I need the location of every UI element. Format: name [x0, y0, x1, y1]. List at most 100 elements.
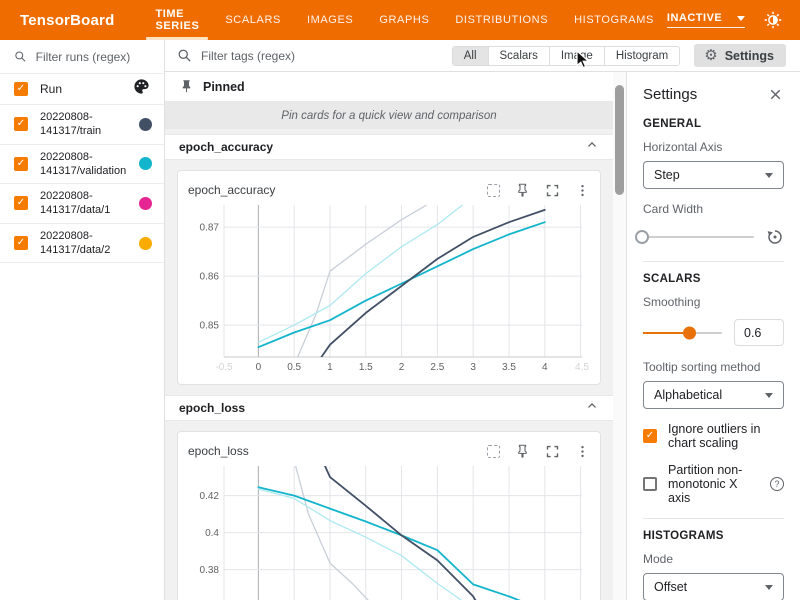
select-all-runs-checkbox[interactable]: ✓ — [14, 82, 28, 96]
card-title: epoch_accuracy — [188, 183, 275, 197]
vertical-scrollbar[interactable] — [613, 72, 626, 600]
brightness-icon[interactable] — [764, 11, 782, 29]
run-checkbox[interactable]: ✓ — [14, 236, 28, 250]
runs-header-label: Run — [40, 82, 62, 96]
chevron-down-icon — [765, 393, 773, 398]
section-title: SCALARS — [643, 273, 784, 285]
pin-icon[interactable] — [515, 183, 530, 198]
epoch-accuracy-chart[interactable]: 0.850.860.8700.511.522.533.54-0.54.5 — [188, 201, 590, 375]
run-label: 20220808-141317/train — [40, 110, 135, 139]
svg-text:1.5: 1.5 — [359, 362, 373, 373]
run-checkbox[interactable]: ✓ — [14, 117, 28, 131]
close-icon[interactable] — [767, 86, 784, 103]
scrollbar-thumb[interactable] — [615, 85, 624, 195]
mode-label: Mode — [643, 552, 784, 566]
pin-icon[interactable] — [515, 444, 530, 459]
section-title: epoch_loss — [179, 401, 245, 415]
filter-chip-all[interactable]: All — [453, 47, 488, 65]
pin-icon — [179, 79, 194, 94]
slider-knob[interactable] — [683, 326, 696, 339]
section-header-epoch-loss[interactable]: epoch_loss — [165, 395, 613, 421]
run-checkbox[interactable]: ✓ — [14, 157, 28, 171]
filter-runs-input[interactable] — [36, 50, 150, 64]
chevron-down-icon — [737, 16, 745, 21]
run-color-dot[interactable] — [139, 237, 152, 250]
partition-x-axis-row[interactable]: ✓ Partition non-monotonic X axis ? — [643, 463, 784, 505]
tab-histograms[interactable]: HISTOGRAMS — [561, 0, 667, 40]
svg-text:0.85: 0.85 — [200, 321, 220, 332]
horizontal-axis-label: Horizontal Axis — [643, 140, 784, 154]
scalar-card-epoch-accuracy: epoch_accuracy 0.850.860.8700.511.522.53… — [177, 170, 601, 385]
section-title: GENERAL — [643, 118, 784, 130]
svg-text:0.4: 0.4 — [205, 528, 219, 539]
horizontal-axis-select[interactable]: Step — [643, 161, 784, 189]
tooltip-sorting-label: Tooltip sorting method — [643, 360, 784, 374]
reset-icon[interactable] — [766, 228, 784, 246]
runs-sidebar: ✓ Run ✓ 20220808-141317/train ✓ 20220808… — [0, 40, 165, 600]
svg-text:4: 4 — [542, 362, 548, 373]
status-dropdown[interactable]: INACTIVE — [667, 12, 745, 28]
fullscreen-icon[interactable] — [545, 183, 560, 198]
tab-scalars[interactable]: SCALARS — [212, 0, 294, 40]
tab-distributions[interactable]: DISTRIBUTIONS — [442, 0, 561, 40]
svg-text:0: 0 — [256, 362, 262, 373]
help-icon[interactable]: ? — [770, 477, 784, 491]
settings-section-histograms: HISTOGRAMS Mode Offset — [643, 518, 784, 600]
fit-domain-icon[interactable] — [487, 184, 500, 197]
run-color-dot[interactable] — [139, 197, 152, 210]
tab-time-series[interactable]: TIME SERIES — [142, 0, 212, 40]
run-row-data-1[interactable]: ✓ 20220808-141317/data/1 — [0, 184, 164, 224]
epoch-loss-chart[interactable]: 0.360.380.40.4200.511.522.533.54 — [188, 462, 590, 600]
run-label: 20220808-141317/data/2 — [40, 229, 135, 258]
more-options-icon[interactable] — [575, 183, 590, 198]
run-row-data-2[interactable]: ✓ 20220808-141317/data/2 — [0, 224, 164, 264]
section-header-epoch-accuracy[interactable]: epoch_accuracy — [165, 134, 613, 160]
tab-images[interactable]: IMAGES — [294, 0, 366, 40]
svg-text:4.5: 4.5 — [575, 362, 589, 373]
run-row-validation[interactable]: ✓ 20220808-141317/validation — [0, 145, 164, 185]
palette-icon[interactable] — [133, 78, 150, 100]
fit-domain-icon[interactable] — [487, 445, 500, 458]
run-row-train[interactable]: ✓ 20220808-141317/train — [0, 105, 164, 145]
more-options-icon[interactable] — [575, 444, 590, 459]
run-checkbox[interactable]: ✓ — [14, 196, 28, 210]
scalar-card-epoch-loss: epoch_loss 0.360.380.40.4200.511.522.533… — [177, 431, 601, 600]
pinned-empty-hint: Pin cards for a quick view and compariso… — [165, 102, 613, 129]
gear-icon: ⚙ — [704, 48, 717, 63]
tag-type-filter-group: All Scalars Image Histogram — [452, 46, 681, 66]
tooltip-sorting-select[interactable]: Alphabetical — [643, 381, 784, 409]
tab-graphs[interactable]: GRAPHS — [366, 0, 442, 40]
ignore-outliers-checkbox[interactable]: ✓ — [643, 429, 657, 443]
filter-tags-input[interactable] — [201, 49, 452, 63]
histogram-mode-select[interactable]: Offset — [643, 573, 784, 600]
pinned-section-header: Pinned — [165, 72, 613, 102]
partition-x-axis-checkbox[interactable]: ✓ — [643, 477, 657, 491]
run-color-dot[interactable] — [139, 118, 152, 131]
pinned-label: Pinned — [203, 80, 245, 94]
settings-button[interactable]: ⚙ Settings — [694, 44, 786, 67]
card-title: epoch_loss — [188, 444, 249, 458]
svg-text:0.87: 0.87 — [200, 223, 220, 234]
settings-panel-title: Settings — [643, 86, 697, 103]
search-icon — [14, 49, 27, 64]
filter-chip-histogram[interactable]: Histogram — [604, 47, 679, 65]
top-nav: TIME SERIES SCALARS IMAGES GRAPHS DISTRI… — [142, 0, 666, 40]
card-width-slider[interactable] — [643, 236, 754, 238]
fullscreen-icon[interactable] — [545, 444, 560, 459]
svg-text:2.5: 2.5 — [430, 362, 444, 373]
smoothing-value-input[interactable]: 0.6 — [734, 319, 784, 346]
svg-text:3: 3 — [470, 362, 476, 373]
smoothing-slider[interactable] — [643, 332, 722, 334]
slider-knob[interactable] — [635, 230, 649, 244]
ignore-outliers-row[interactable]: ✓ Ignore outliers in chart scaling — [643, 422, 784, 450]
chevron-up-icon[interactable] — [585, 399, 599, 418]
svg-text:0.86: 0.86 — [200, 272, 220, 283]
run-color-dot[interactable] — [139, 157, 152, 170]
cards-scroll-area: Pinned Pin cards for a quick view and co… — [165, 72, 613, 600]
filter-chip-scalars[interactable]: Scalars — [488, 47, 549, 65]
settings-panel: Settings GENERAL Horizontal Axis Step Ca… — [626, 72, 800, 600]
svg-text:0.5: 0.5 — [287, 362, 301, 373]
section-title: HISTOGRAMS — [643, 530, 784, 542]
runs-header-row: ✓ Run — [0, 74, 164, 105]
chevron-up-icon[interactable] — [585, 138, 599, 157]
